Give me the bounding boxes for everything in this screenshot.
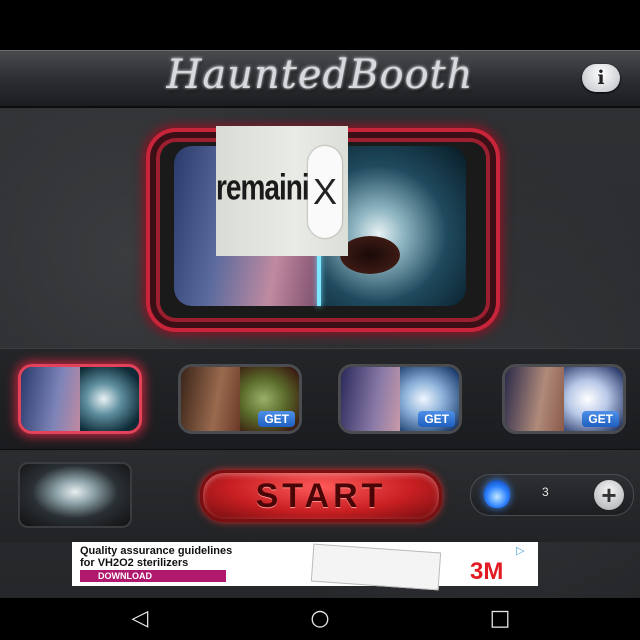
effect-thumb-vampire[interactable] — [18, 364, 142, 434]
effect-face-vampire — [80, 367, 139, 431]
effect-thumb-demon[interactable]: GET — [502, 364, 626, 434]
nav-home-icon[interactable]: ○ — [300, 598, 340, 640]
effect-thumb-zombie[interactable]: GET — [178, 364, 302, 434]
banner-ad-line2: for VH2O2 sterilizers — [80, 557, 189, 569]
effect-face-human — [505, 367, 564, 431]
adchoices-icon[interactable]: ▷ — [516, 544, 524, 557]
hero-ghost-mouth — [340, 236, 400, 274]
nav-back-icon[interactable]: ◁ — [120, 598, 160, 640]
get-badge[interactable]: GET — [582, 411, 619, 427]
info-icon[interactable]: i — [582, 64, 620, 92]
banner-ad-line1: Quality assurance guidelines — [80, 545, 233, 557]
ad-overlay-text: remaining — [216, 167, 342, 208]
effect-face-human — [341, 367, 400, 431]
effect-face-human — [181, 367, 240, 431]
effect-face-human — [21, 367, 80, 431]
effect-thumb-ice[interactable]: GET — [338, 364, 462, 434]
ad-close-button[interactable]: X — [308, 146, 342, 238]
app-title: HauntedBooth — [166, 52, 474, 98]
get-badge[interactable]: GET — [418, 411, 455, 427]
add-credits-button[interactable]: + — [594, 480, 624, 510]
banner-brand-logo: 3M — [470, 558, 504, 585]
soul-flame-icon — [484, 480, 510, 508]
banner-download-button[interactable]: DOWNLOAD — [80, 570, 226, 582]
credit-count: 3 — [542, 485, 549, 499]
result-preview-thumbnail[interactable] — [18, 462, 132, 528]
nav-recents-icon[interactable]: □ — [480, 598, 520, 640]
start-button[interactable]: START — [200, 470, 442, 522]
get-badge[interactable]: GET — [258, 411, 295, 427]
status-bar — [0, 0, 640, 50]
